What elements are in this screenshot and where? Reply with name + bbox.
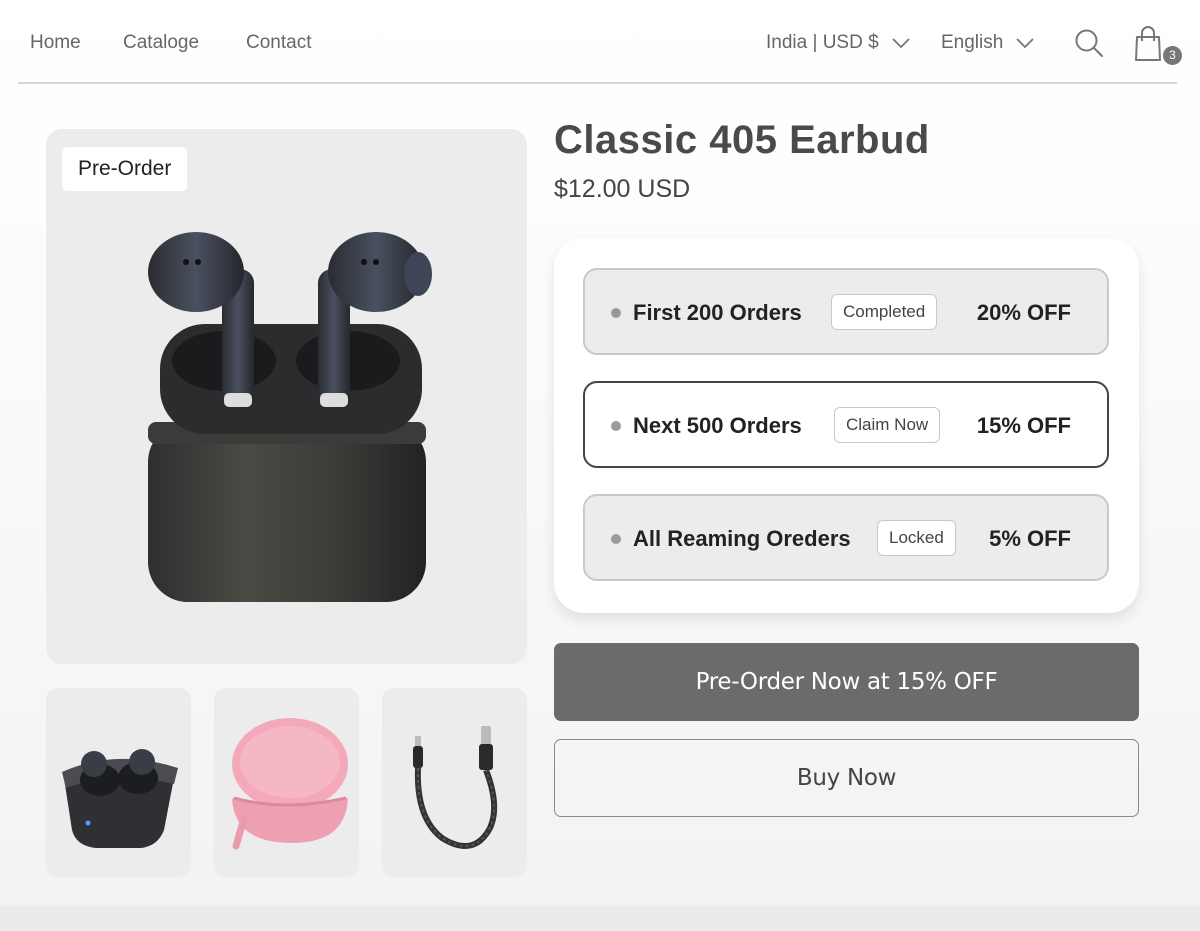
thumbnail-usb-cable[interactable] [382,688,527,877]
chevron-down-icon [1016,38,1034,49]
tier-first-200-orders[interactable]: First 200 Orders Completed 20% OFF [583,268,1109,355]
chevron-down-icon [892,38,910,49]
main-product-image: Pre-Order [46,129,527,664]
tier-status-badge: Completed [831,294,938,330]
product-price: $12.00 USD [554,175,691,203]
preorder-now-button[interactable]: Pre-Order Now at 15% OFF [554,643,1139,721]
thumbnail-black-earbuds[interactable] [46,688,191,877]
cart-count-badge: 3 [1163,46,1182,65]
nav-contact-link[interactable]: Contact [246,32,311,54]
language-label: English [941,32,1004,53]
footer-divider-band [0,906,1200,931]
preorder-badge: Pre-Order [62,147,188,191]
thumbnail-pink-case[interactable] [214,688,359,877]
bullet-dot [611,308,621,318]
region-currency-selector[interactable]: India | USD $ [766,32,911,54]
tier-label: All Reaming Oreders [633,526,851,551]
tier-all-remaining-orders[interactable]: All Reaming Oreders Locked 5% OFF [583,494,1109,581]
tier-label: Next 500 Orders [633,413,802,438]
search-icon[interactable] [1074,28,1104,58]
earbuds-thumbnail-image [62,749,178,848]
pink-case-thumbnail-image [232,718,348,850]
tier-next-500-orders[interactable]: Next 500 Orders Claim Now 15% OFF [583,381,1109,468]
nav-home-link[interactable]: Home [30,32,81,54]
bullet-dot [611,421,621,431]
tier-discount: 5% OFF [989,526,1071,551]
tier-discount: 15% OFF [976,413,1071,438]
buy-now-button[interactable]: Buy Now [554,739,1139,817]
language-selector[interactable]: English [941,32,1035,54]
top-navigation: Home Cataloge Contact India | USD $ Engl… [18,0,1182,84]
tier-status-badge: Locked [877,520,956,556]
nav-catalogue-link[interactable]: Cataloge [123,32,199,54]
bullet-dot [611,534,621,544]
tier-label: First 200 Orders [633,300,802,325]
cable-thumbnail-image [413,726,498,849]
claim-now-button[interactable]: Claim Now [834,407,941,443]
earbuds-case-illustration [148,232,432,602]
product-title: Classic 405 Earbud [554,118,930,162]
tier-discount: 20% OFF [976,300,1071,325]
preorder-tiers-card: First 200 Orders Completed 20% OFF Next … [554,238,1139,613]
region-currency-label: India | USD $ [766,32,879,53]
